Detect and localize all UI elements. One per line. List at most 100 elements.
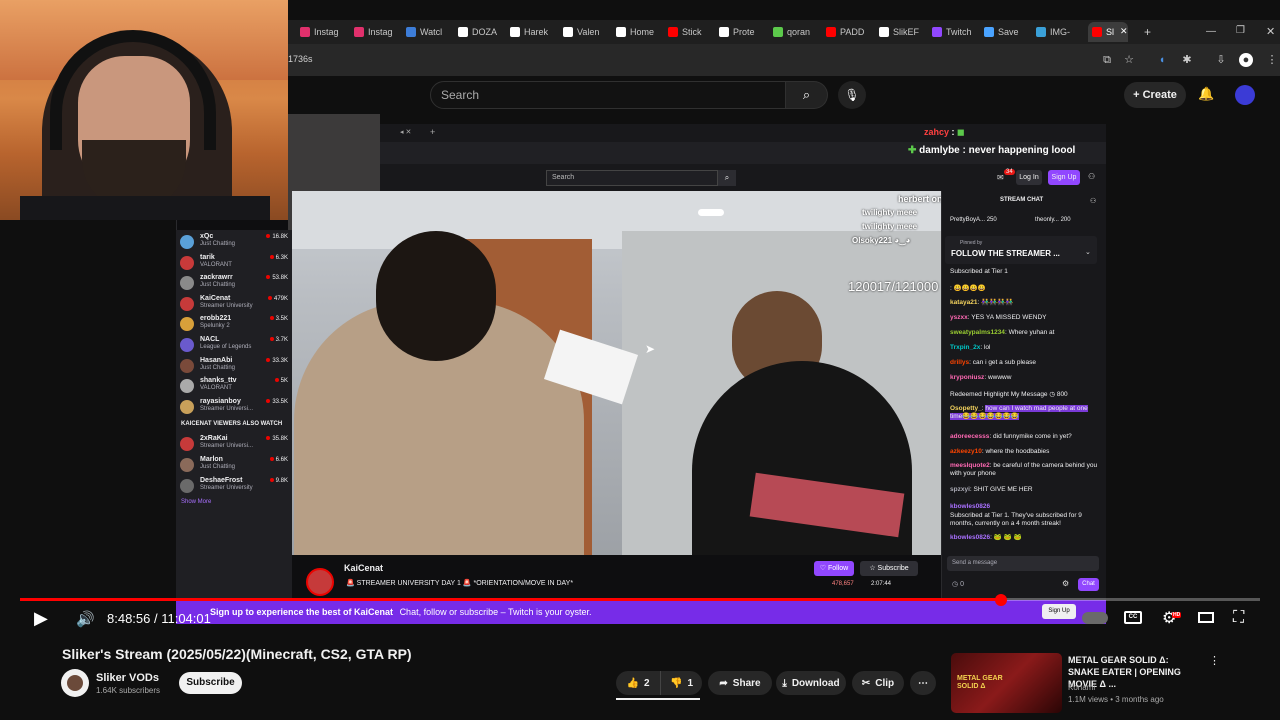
sidebar-channel[interactable]: tarik VALORANT 6.3K xyxy=(180,254,290,274)
signup-banner-button[interactable]: Sign Up xyxy=(1042,604,1076,619)
captions-icon[interactable]: CC xyxy=(1124,611,1142,624)
theater-mode-icon[interactable] xyxy=(1198,612,1214,623)
recommended-menu-icon[interactable]: ⋮ xyxy=(1209,654,1220,667)
twitch-signup-button[interactable]: Sign Up xyxy=(1048,170,1080,185)
browser-tab[interactable]: Twitch xyxy=(932,22,982,42)
chat-username[interactable]: kataya21 xyxy=(950,299,977,306)
browser-tab[interactable]: Instag xyxy=(354,22,404,42)
browser-tab[interactable]: Prote xyxy=(719,22,769,42)
notifications-bell-icon[interactable]: 🔔 xyxy=(1198,86,1214,102)
browser-tab[interactable]: Save xyxy=(984,22,1034,42)
twitch-search-input[interactable]: Search xyxy=(546,170,718,186)
chat-username[interactable]: kbowles0826 xyxy=(950,534,990,541)
bookmark-star-icon[interactable]: ☆ xyxy=(1122,53,1136,67)
like-button[interactable]: 👍 2 xyxy=(616,671,660,695)
url-text[interactable]: 1736s xyxy=(288,54,313,64)
chat-username[interactable]: sweatypalms1234 xyxy=(950,329,1005,336)
more-icon: ⋯ xyxy=(918,677,928,689)
browser-tab[interactable]: Watcl xyxy=(406,22,456,42)
account-avatar[interactable] xyxy=(1235,85,1255,105)
sidebar-channel[interactable]: erobb221 Spelunky 2 3.5K xyxy=(180,315,290,335)
browser-tab[interactable]: Home xyxy=(616,22,666,42)
close-tab-icon[interactable]: ✕ xyxy=(1120,26,1128,37)
downloads-icon[interactable]: ⇩ xyxy=(1214,53,1228,67)
sidebar-channel[interactable]: xQc Just Chatting 16.8K xyxy=(180,233,290,253)
browser-tab[interactable]: Stick xyxy=(668,22,718,42)
streamer-avatar[interactable] xyxy=(306,568,334,596)
chevron-down-icon[interactable]: ⌄ xyxy=(1085,248,1091,256)
sidebar-channel[interactable]: zackrawrr Just Chatting 53.8K xyxy=(180,274,290,294)
browser-tab[interactable]: IMG- xyxy=(1036,22,1086,42)
share-button[interactable]: ➦ Share xyxy=(708,671,772,695)
sidebar-channel[interactable]: shanks_ttv VALORANT 5K xyxy=(180,377,290,397)
streamer-name[interactable]: KaiCenat xyxy=(344,563,383,573)
extension-audio-icon[interactable]: ◖ xyxy=(1155,53,1169,67)
chat-username[interactable]: Osopetty_ xyxy=(950,405,982,412)
browser-tab[interactable]: Instag xyxy=(300,22,350,42)
sidebar-channel[interactable]: Marlon Just Chatting 6.6K xyxy=(180,456,290,476)
autoplay-toggle[interactable] xyxy=(1082,612,1108,624)
sidebar-channel[interactable]: 2xRaKai Streamer Universi... 35.8K xyxy=(180,435,290,455)
browser-menu-icon[interactable]: ⋮ xyxy=(1265,53,1279,67)
twitch-login-button[interactable]: Log In xyxy=(1016,170,1042,185)
maximize-icon[interactable]: ❐ xyxy=(1236,25,1245,36)
twitch-search-icon[interactable]: ⌕ xyxy=(718,170,736,186)
show-more-link[interactable]: Show More xyxy=(181,499,211,505)
sidebar-channel[interactable]: HasanAbi Just Chatting 33.3K xyxy=(180,357,290,377)
browser-tab[interactable]: DOZA xyxy=(458,22,508,42)
volume-button[interactable]: 🔊 xyxy=(76,610,95,628)
settings-gear-icon[interactable]: ⚙ xyxy=(1162,608,1176,628)
chat-username[interactable]: azkeezy10 xyxy=(950,448,982,455)
chat-username[interactable]: kbowles0826 xyxy=(950,503,990,510)
chat-username[interactable]: spzxyi xyxy=(950,486,970,493)
twitch-video-frame[interactable] xyxy=(292,191,941,555)
browser-tab[interactable]: SlikEF xyxy=(879,22,929,42)
twitch-subscribe-button[interactable]: ☆ Subscribe xyxy=(860,561,918,576)
sidebar-channel[interactable]: DeshaeFrost Streamer University 9.8K xyxy=(180,477,290,497)
twitch-new-tab-icon[interactable]: + xyxy=(430,127,435,137)
download-button[interactable]: ⤓ Download xyxy=(776,671,846,695)
browser-tab[interactable]: PADD xyxy=(826,22,876,42)
chat-username[interactable]: drillys xyxy=(950,359,969,366)
chat-username[interactable]: meeslquote2 xyxy=(950,462,990,469)
twitch-user-icon[interactable]: ⚇ xyxy=(1088,172,1095,181)
minimize-icon[interactable]: — xyxy=(1206,26,1216,37)
chat-username[interactable]: yszxx xyxy=(950,314,968,321)
extensions-icon[interactable]: ✱ xyxy=(1180,53,1194,67)
browser-tab[interactable]: Valen xyxy=(563,22,613,42)
browser-tab[interactable]: Harek xyxy=(510,22,560,42)
chat-username[interactable]: adoreecesss xyxy=(950,433,989,440)
chat-send-button[interactable]: Chat xyxy=(1078,578,1099,591)
chat-settings-icon[interactable]: ⚙ xyxy=(1062,579,1069,588)
more-actions-button[interactable]: ⋯ xyxy=(910,671,936,695)
chat-users-icon[interactable]: ⚇ xyxy=(1090,197,1096,205)
play-button[interactable]: ▶ xyxy=(34,608,48,629)
chat-username[interactable]: Trxpin_2x xyxy=(950,344,980,351)
search-button[interactable]: ⌕ xyxy=(786,81,828,109)
channel-name[interactable]: Sliker VODs xyxy=(96,672,159,684)
profile-icon[interactable]: ● xyxy=(1239,53,1253,67)
create-button[interactable]: + Create xyxy=(1124,82,1186,108)
chat-input[interactable]: Send a message xyxy=(947,556,1099,571)
dislike-button[interactable]: 👎 1 xyxy=(660,671,702,695)
channel-avatar[interactable] xyxy=(61,669,89,697)
fullscreen-icon[interactable]: ⛶ xyxy=(1233,609,1244,627)
chat-username[interactable]: kryponiusz xyxy=(950,374,984,381)
sidebar-channel[interactable]: rayasianboy Streamer Universi... 33.5K xyxy=(180,398,290,418)
browser-tab[interactable]: qoran xyxy=(773,22,823,42)
search-input[interactable]: Search xyxy=(430,81,786,109)
close-window-icon[interactable]: ✕ xyxy=(1266,25,1275,38)
new-tab-icon[interactable]: + xyxy=(1144,25,1151,39)
subscribe-button[interactable]: Subscribe xyxy=(179,672,242,694)
twitch-tab-close-icon[interactable]: ◂ ✕ xyxy=(400,128,411,136)
voice-search-button[interactable]: 🎙 xyxy=(838,81,866,109)
sidebar-channel[interactable]: KaiCenat Streamer University 479K xyxy=(180,295,290,315)
channel-points-icon[interactable]: ◷ 0 xyxy=(952,580,964,588)
sidebar-channel[interactable]: NACL League of Legends 3.7K xyxy=(180,336,290,356)
clip-button[interactable]: ✂ Clip xyxy=(852,671,904,695)
twitch-inbox-icon[interactable]: ✉ xyxy=(997,173,1004,182)
follow-button[interactable]: ♡ Follow xyxy=(814,561,854,576)
install-app-icon[interactable]: ⧉ xyxy=(1100,53,1114,67)
chat-message: kataya21: 👫👫👫👫 xyxy=(950,299,1100,307)
recommended-channel[interactable]: Konami xyxy=(1068,683,1095,692)
